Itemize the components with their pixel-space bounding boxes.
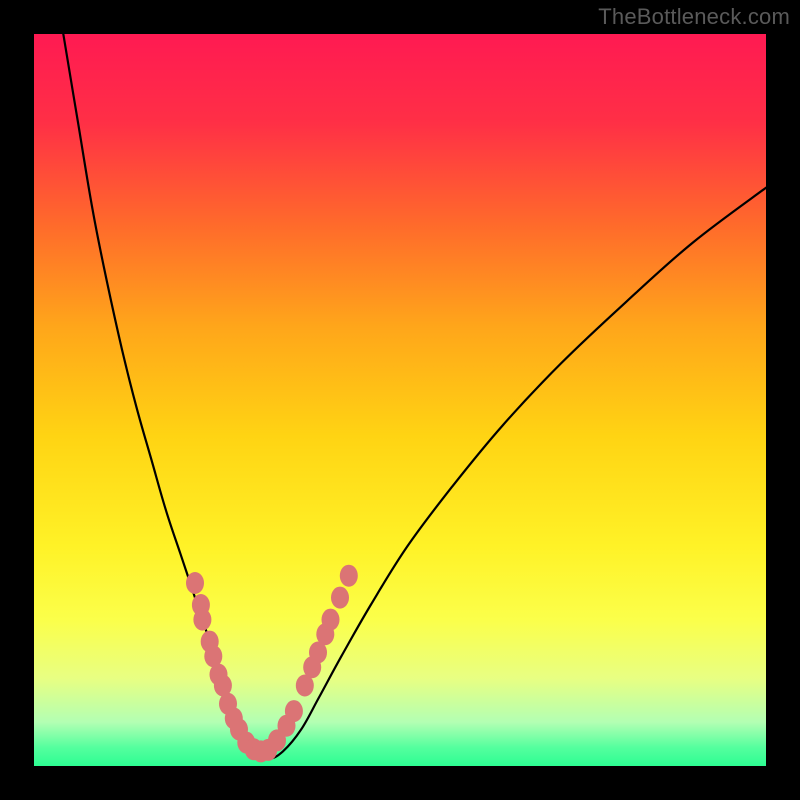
marker-dot: [331, 587, 349, 609]
plot-area: [34, 34, 766, 766]
marker-dot: [322, 609, 340, 631]
marker-dot: [285, 700, 303, 722]
marker-dot: [186, 572, 204, 594]
watermark-text: TheBottleneck.com: [598, 4, 790, 30]
marker-dot: [193, 609, 211, 631]
curve-layer: [34, 34, 766, 766]
bottleneck-curve: [63, 34, 766, 759]
highlight-markers: [186, 565, 358, 763]
chart-frame: TheBottleneck.com: [0, 0, 800, 800]
marker-dot: [340, 565, 358, 587]
